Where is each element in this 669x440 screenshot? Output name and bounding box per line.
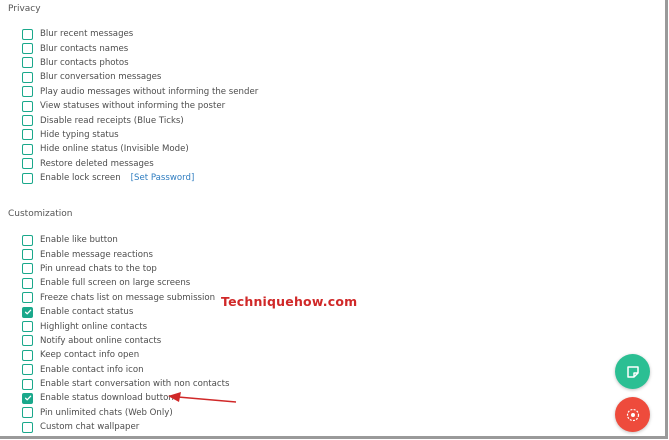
checkbox-checked[interactable] <box>22 306 33 318</box>
checkbox[interactable] <box>22 277 33 289</box>
checkbox[interactable] <box>22 364 33 376</box>
checkbox[interactable] <box>22 234 33 246</box>
customization-section-title: Customization <box>8 209 73 219</box>
option-label: Enable like button <box>40 235 118 246</box>
option-row[interactable]: Play audio messages without informing th… <box>22 85 258 99</box>
option-label: Pin unlimited chats (Web Only) <box>40 407 173 418</box>
option-label: Blur recent messages <box>40 29 134 40</box>
option-label: Keep contact info open <box>40 350 140 361</box>
checkbox[interactable] <box>22 407 33 419</box>
option-row[interactable]: Disable read receipts (Blue Ticks) <box>22 113 258 127</box>
option-label: Enable lock screen <box>40 173 121 184</box>
checkbox[interactable] <box>22 71 33 83</box>
option-label: Freeze chats list on message submission <box>40 292 216 303</box>
record-fab-button[interactable] <box>615 397 650 432</box>
checkbox[interactable] <box>22 172 33 184</box>
checkbox[interactable] <box>22 28 33 40</box>
checkbox[interactable] <box>22 129 33 141</box>
option-row[interactable]: Enable full screen on large screens <box>22 276 230 290</box>
option-label: View statuses without informing the post… <box>40 101 226 112</box>
option-label: Highlight online contacts <box>40 321 148 332</box>
privacy-section-title: Privacy <box>8 4 41 14</box>
checkmark-icon <box>24 309 31 315</box>
option-row[interactable]: Freeze chats list on message submission <box>22 291 230 305</box>
option-row[interactable]: Blur contacts names <box>22 41 258 55</box>
option-label: Blur contacts names <box>40 43 129 54</box>
option-row[interactable]: Blur recent messages <box>22 27 258 41</box>
annotation-arrow <box>168 392 237 403</box>
privacy-options-list: Blur recent messages Blur contacts names B… <box>22 27 258 185</box>
option-row[interactable]: Notify about online contacts <box>22 334 230 348</box>
watermark-text: Techniquehow.com <box>221 294 358 309</box>
option-row[interactable]: Enable contact info icon <box>22 363 230 377</box>
record-target-icon <box>626 408 639 421</box>
option-row[interactable]: Highlight online contacts <box>22 319 230 333</box>
option-row[interactable]: Blur contacts photos <box>22 56 258 70</box>
option-label: Disable read receipts (Blue Ticks) <box>40 115 184 126</box>
checkbox[interactable] <box>22 86 33 98</box>
checkbox[interactable] <box>22 263 33 275</box>
option-row[interactable]: Blur conversation messages <box>22 70 258 84</box>
option-label: Blur contacts photos <box>40 57 129 68</box>
option-row[interactable]: Enable like button <box>22 233 230 247</box>
checkbox[interactable] <box>22 249 33 261</box>
option-label: Blur conversation messages <box>40 72 162 83</box>
checkbox[interactable] <box>22 335 33 347</box>
option-row[interactable]: Custom chat wallpaper <box>22 420 230 434</box>
option-row[interactable]: Pin unread chats to the top <box>22 262 230 276</box>
checkbox[interactable] <box>22 349 33 361</box>
checkbox[interactable] <box>22 378 33 390</box>
option-row[interactable]: Enable start conversation with non conta… <box>22 377 230 391</box>
checkmark-icon <box>24 396 31 401</box>
option-row[interactable]: Enable contact status <box>22 305 230 319</box>
option-row[interactable]: Enable lock screen [Set Password] <box>22 171 258 185</box>
sticker-fab-button[interactable] <box>615 354 650 389</box>
option-label: Play audio messages without informing th… <box>40 86 259 97</box>
checkbox[interactable] <box>22 143 33 155</box>
option-row[interactable]: View statuses without informing the post… <box>22 99 258 113</box>
option-label: Enable start conversation with non conta… <box>40 379 230 390</box>
option-label: Hide typing status <box>40 129 119 140</box>
option-row[interactable]: Keep contact info open <box>22 348 230 362</box>
settings-panel: Privacy Blur recent messages Blur contact… <box>0 0 668 439</box>
checkbox[interactable] <box>22 100 33 112</box>
option-row[interactable]: Hide typing status <box>22 128 258 142</box>
checkbox[interactable] <box>22 57 33 69</box>
option-row[interactable]: Hide online status (Invisible Mode) <box>22 142 258 156</box>
checkbox[interactable] <box>22 43 33 55</box>
checkbox[interactable] <box>22 321 33 333</box>
checkbox[interactable] <box>22 158 33 170</box>
option-label: Custom chat wallpaper <box>40 422 140 433</box>
option-label: Pin unread chats to the top <box>40 263 157 274</box>
option-label: Restore deleted messages <box>40 158 154 169</box>
option-label: Enable contact info icon <box>40 364 144 375</box>
checkbox[interactable] <box>22 421 33 433</box>
option-label: Enable contact status <box>40 307 134 318</box>
option-row[interactable]: Pin unlimited chats (Web Only) <box>22 406 230 420</box>
checkbox-checked[interactable] <box>22 392 33 404</box>
option-label: Enable status download button <box>40 393 174 404</box>
option-row[interactable]: Restore deleted messages <box>22 157 258 171</box>
checkbox[interactable] <box>22 115 33 127</box>
checkbox[interactable] <box>22 292 33 304</box>
set-password-link[interactable]: [Set Password] <box>131 173 195 183</box>
option-label: Enable message reactions <box>40 249 153 260</box>
option-row[interactable]: Enable message reactions <box>22 247 230 261</box>
sticker-note-icon <box>626 365 639 378</box>
option-label: Notify about online contacts <box>40 335 162 346</box>
option-label: Hide online status (Invisible Mode) <box>40 144 189 155</box>
option-label: Enable full screen on large screens <box>40 278 191 289</box>
